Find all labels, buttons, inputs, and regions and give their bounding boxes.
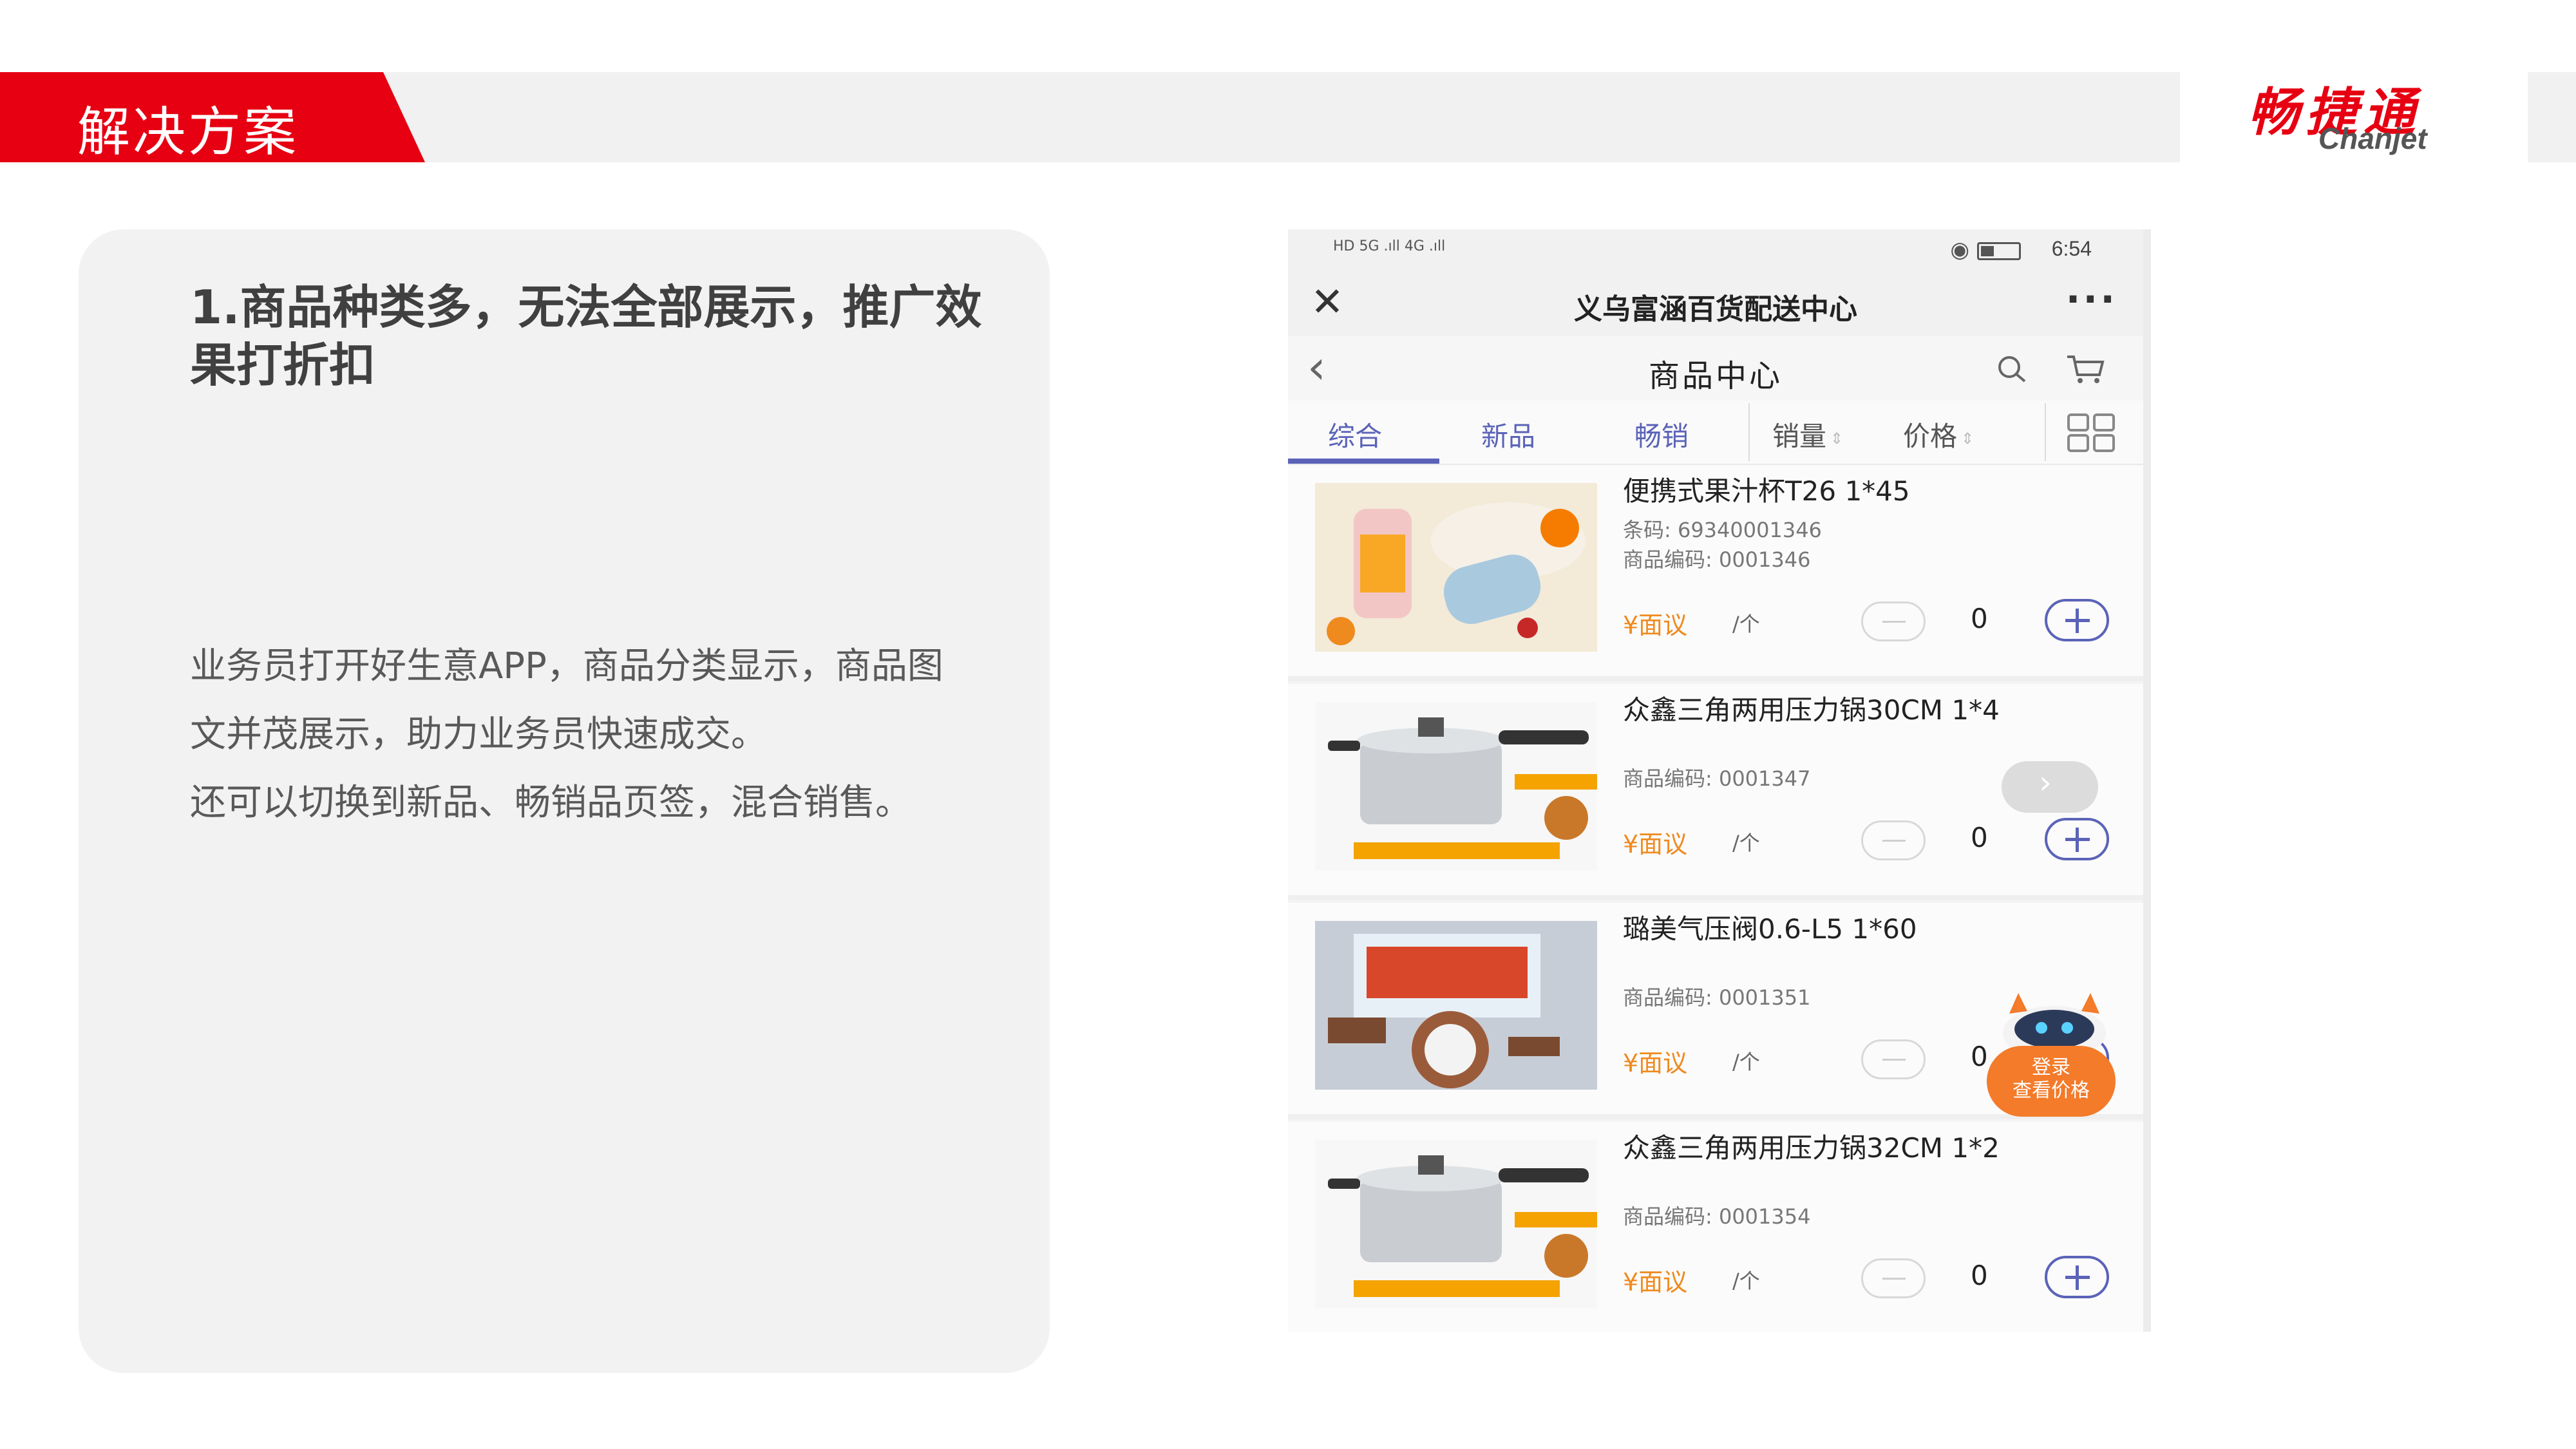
divider [1748,403,1750,461]
chevron-right-icon: › [2039,764,2052,801]
product-unit: /个 [1732,1269,1760,1293]
product-unit: /个 [1732,831,1760,855]
decrease-quantity-button[interactable] [1861,1039,1926,1079]
tab-new[interactable]: 新品 [1481,415,1535,454]
product-code: 商品编码: 0001351 [1623,985,1811,1010]
product-unit: /个 [1732,612,1760,636]
divider [2045,403,2046,461]
product-name: 众鑫三角两用压力锅32CM 1*2 [1623,1132,2000,1164]
product-price: ¥面议 [1623,830,1688,858]
chanjet-logo: 畅捷通 Chanjet [2241,71,2473,155]
active-tab-indicator [1288,459,1439,464]
decrease-quantity-button[interactable] [1861,601,1926,641]
product-barcode: 条码: 69340001346 [1623,518,1822,542]
decrease-quantity-button[interactable] [1861,1258,1926,1298]
window-bar: ✕ 义乌富涵百货配送中心 ··· [1288,272,2143,336]
card-body-line-2: 文并茂展示，助力业务员快速成交。 [190,714,767,755]
cart-icon[interactable] [2066,353,2105,385]
status-time: 6:54 [2051,237,2092,260]
product-image-pressure-cooker [1315,702,1597,871]
tab-all[interactable]: 综合 [1328,415,1382,454]
phone-screenshot: HD 5G .ıll 4G .ıll ◉ 6:54 ✕ 义乌富涵百货配送中心 ·… [1288,229,2151,1332]
card-body-line-3: 还可以切换到新品、畅销品页签，混合销售。 [190,782,911,824]
card-heading: 1.商品种类多，无法全部展示，推广效果打折扣 [190,280,982,392]
search-icon[interactable] [1995,353,2027,385]
increase-quantity-button[interactable] [2045,599,2109,641]
grid-view-icon[interactable] [2066,412,2117,453]
product-image-pressure-cooker [1315,1140,1597,1309]
scroll-next-button[interactable]: › [2002,761,2098,813]
slide: 解决方案 畅捷通 Chanjet 1.商品种类多，无法全部展示，推广效果打折扣 … [0,0,2576,1449]
quantity-value: 0 [1971,1260,1988,1291]
battery-icon [1977,242,2021,260]
product-item[interactable]: 便携式果汁杯T26 1*45 条码: 69340001346 商品编码: 000… [1288,465,2143,681]
product-name: 便携式果汁杯T26 1*45 [1623,475,1910,507]
product-name: 璐美气压阀0.6-L5 1*60 [1623,913,1917,945]
section-title: 解决方案 [77,102,299,163]
tab-bestseller[interactable]: 畅销 [1634,415,1689,454]
product-price: ¥面议 [1623,611,1688,639]
product-code: 商品编码: 0001347 [1623,766,1811,791]
card-body-line-1: 业务员打开好生意APP，商品分类显示，商品图 [190,645,943,687]
logo-en: Chanjet [2318,122,2427,155]
sort-price-label: 价格 [1903,421,1958,452]
increase-quantity-button[interactable] [2045,818,2109,860]
quantity-value: 0 [1971,1041,1988,1072]
quantity-value: 0 [1971,822,1988,853]
window-title: 义乌富涵百货配送中心 [1574,293,1857,326]
increase-quantity-button[interactable] [2045,1256,2109,1298]
header-band-right [2528,72,2576,162]
decrease-quantity-button[interactable] [1861,820,1926,860]
product-code: 商品编码: 0001346 [1623,547,1811,572]
card-body: 业务员打开好生意APP，商品分类显示，商品图 文并茂展示，助力业务员快速成交。 … [190,632,1021,837]
sort-sales-label: 销量 [1772,421,1827,452]
quantity-value: 0 [1971,603,1988,634]
product-code: 商品编码: 0001354 [1623,1204,1811,1229]
product-name: 众鑫三角两用压力锅30CM 1*4 [1623,694,2000,726]
product-item[interactable]: 众鑫三角两用压力锅32CM 1*2 商品编码: 0001354 ¥面议 /个 0 [1288,1122,2143,1332]
product-price: ¥面议 [1623,1268,1688,1296]
product-unit: /个 [1732,1050,1760,1074]
login-label: 登录 [2032,1056,2070,1079]
section-title-tab: 解决方案 [0,72,425,162]
sort-by-sales[interactable]: 销量 ⇕ [1772,415,1843,454]
product-price: ¥面议 [1623,1049,1688,1077]
product-image-pressure-valve [1315,921,1597,1090]
status-bar: HD 5G .ıll 4G .ıll ◉ 6:54 [1288,229,2143,272]
tab-bar: 综合 新品 畅销 销量 ⇕ 价格 ⇕ [1288,401,2143,465]
signal-indicators: HD 5G .ıll 4G .ıll [1333,238,1446,254]
sort-arrows-icon: ⇕ [1961,429,1975,448]
product-image-juicer [1315,483,1597,652]
more-icon[interactable]: ··· [2066,277,2117,322]
eye-icon: ◉ [1950,237,1969,263]
view-price-label: 查看价格 [2012,1079,2090,1102]
sort-arrows-icon: ⇕ [1830,429,1844,448]
sort-by-price[interactable]: 价格 ⇕ [1903,415,1974,454]
login-view-price-button[interactable]: 登录 查看价格 [1987,1046,2116,1117]
nav-bar: ‹ 商品中心 [1288,336,2143,401]
